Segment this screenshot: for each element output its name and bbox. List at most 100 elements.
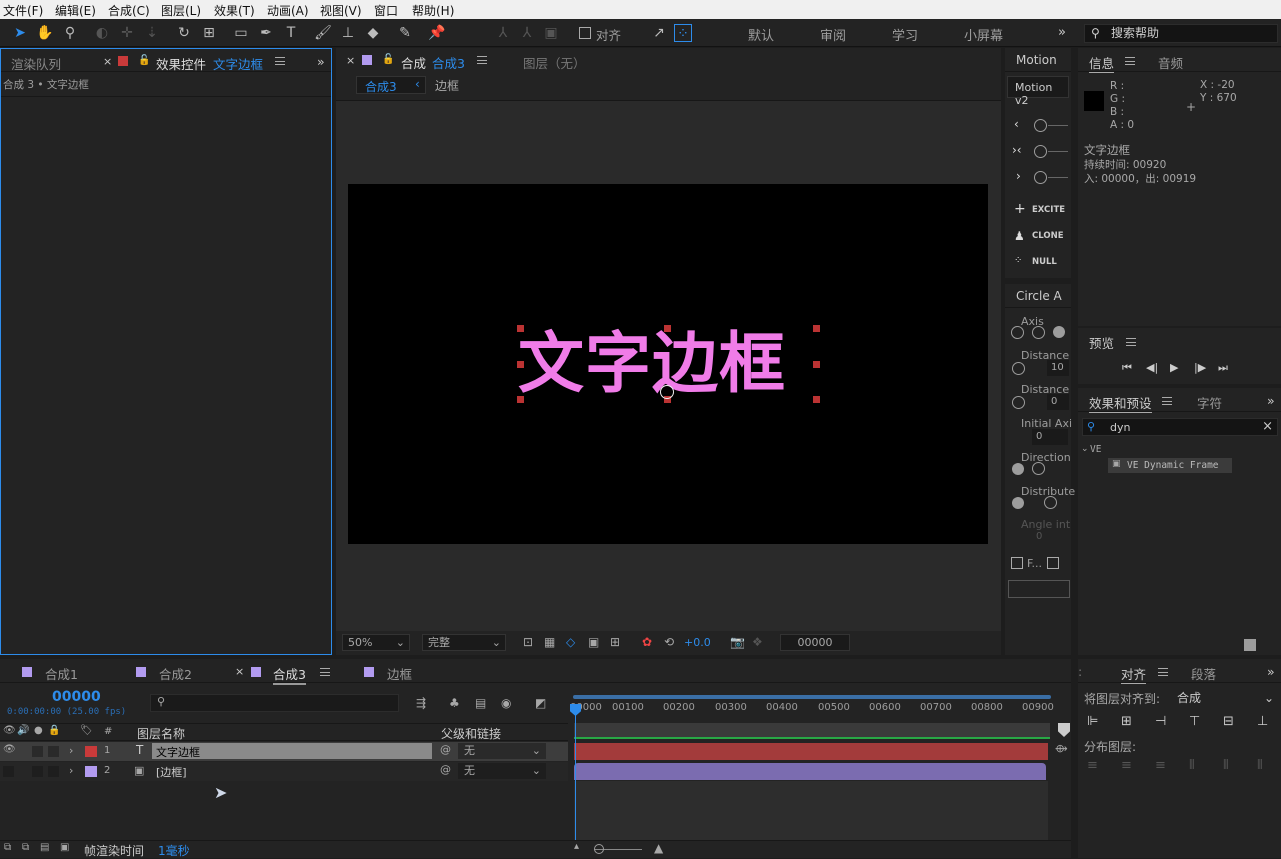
initial-axis-value[interactable]: 0 [1032, 429, 1068, 445]
composition-canvas[interactable]: 文字边框 [348, 184, 988, 544]
lock-icon[interactable]: 🔓 [382, 54, 394, 65]
panel-menu-icon[interactable] [275, 57, 285, 65]
slider-knob[interactable] [1034, 119, 1047, 132]
layer-bar-border[interactable] [574, 763, 1046, 780]
transparency-grid-icon[interactable]: ▦ [544, 635, 555, 649]
align-to-select[interactable]: 合成 ⌄ [1174, 689, 1278, 707]
axis-view-icon[interactable]: ▣ [542, 24, 560, 42]
zoom-slider-knob[interactable] [594, 844, 604, 854]
tab-composition-name[interactable]: 合成3 [432, 53, 465, 72]
3d-view-icon[interactable]: ⊞ [610, 635, 620, 649]
roto-brush-icon[interactable]: ✎ [396, 24, 414, 42]
comp-marker-icon[interactable]: ⟴ [1055, 742, 1068, 755]
bbox-handle[interactable] [517, 361, 524, 368]
bbox-handle[interactable] [813, 361, 820, 368]
in-out-icon[interactable]: ▣ [60, 842, 69, 853]
panel-expand-icon[interactable]: » [1267, 393, 1275, 408]
hand-tool-icon[interactable]: ✋ [36, 24, 54, 42]
bbox-handle[interactable] [664, 325, 671, 332]
tab-circle[interactable]: Circle A [1016, 289, 1066, 303]
excite-button[interactable]: EXCITE [1032, 205, 1065, 215]
anchor-point-icon[interactable] [660, 385, 674, 399]
snap-options-icon[interactable]: ⁘ [674, 24, 692, 42]
chevron-left-icon[interactable]: ‹ [1014, 117, 1019, 131]
axis-option-x[interactable] [1011, 326, 1024, 339]
graph-editor-icon[interactable]: ◩ [535, 696, 546, 710]
table-row[interactable]: › 2 ▣ [边框] @ 无 ⌄ [0, 762, 568, 781]
align-top-icon[interactable]: ⊤ [1189, 714, 1200, 729]
modes-icon[interactable]: ▤ [40, 842, 49, 853]
align-checkbox[interactable] [579, 27, 591, 39]
distribute-option-on[interactable] [1012, 497, 1024, 509]
bbox-handle[interactable] [517, 325, 524, 332]
menu-layer[interactable]: 图层(L) [161, 2, 201, 19]
folder-ve[interactable]: VE [1090, 444, 1101, 455]
motion-blur-icon[interactable]: ◉ [501, 696, 511, 710]
channel-icon[interactable]: ✿ [642, 635, 652, 649]
menu-window[interactable]: 窗口 [374, 2, 398, 19]
panel-menu-icon[interactable] [1126, 338, 1136, 346]
comp-flowchart-icon[interactable]: ⇶ [416, 696, 426, 710]
chevron-both-icon[interactable]: ›‹ [1012, 143, 1022, 157]
menu-composition[interactable]: 合成(C) [108, 2, 150, 19]
panel-menu-icon[interactable] [1158, 668, 1168, 676]
previous-frame-icon[interactable]: ◀| [1146, 361, 1158, 374]
tab-paragraph[interactable]: 段落 [1191, 664, 1216, 683]
anchor-tool-icon[interactable]: ⊞ [200, 24, 218, 42]
panel-menu-icon[interactable] [1125, 57, 1135, 65]
menu-view[interactable]: 视图(V) [320, 2, 362, 19]
tab-comp2[interactable]: 合成2 [159, 664, 192, 683]
menu-help[interactable]: 帮助(H) [412, 2, 454, 19]
snap-icon[interactable]: ↗ [650, 24, 668, 42]
axis-local-icon[interactable]: ⅄ [494, 24, 512, 42]
distance-value[interactable]: 0 [1047, 394, 1069, 410]
bbox-handle[interactable] [813, 396, 820, 403]
zoom-tool-icon[interactable]: ⚲ [61, 24, 79, 42]
snapshot-icon[interactable]: 📷 [730, 635, 745, 649]
breadcrumb-next[interactable]: 边框 [435, 77, 459, 94]
menu-animation[interactable]: 动画(A) [267, 2, 309, 19]
distribute-top-icon[interactable]: ≡ [1087, 758, 1098, 773]
close-icon[interactable]: × [235, 665, 244, 678]
layer-name[interactable]: 文字边框 [156, 744, 200, 760]
eraser-tool-icon[interactable]: ◆ [364, 24, 382, 42]
align-vcenter-icon[interactable]: ⊟ [1223, 714, 1234, 729]
play-icon[interactable]: ▶ [1170, 361, 1178, 374]
layer-bar-text[interactable] [574, 743, 1048, 760]
workspace-default[interactable]: 默认 [748, 25, 774, 44]
axis-world-icon[interactable]: ⅄ [518, 24, 536, 42]
menu-edit[interactable]: 编辑(E) [55, 2, 96, 19]
bbox-handle[interactable] [517, 396, 524, 403]
tab-info[interactable]: 信息 [1089, 53, 1115, 73]
parent-select[interactable]: 无 ⌄ [458, 743, 546, 759]
angle-value[interactable]: 0 [1036, 531, 1042, 542]
chevron-right-icon[interactable]: › [69, 764, 73, 777]
parent-select[interactable]: 无 ⌄ [458, 763, 546, 779]
pan-tool-icon[interactable]: ✛ [118, 24, 136, 42]
text-tool-icon[interactable]: T [282, 24, 300, 42]
align-bottom-icon[interactable]: ⊥ [1257, 714, 1268, 729]
distribute-bottom-icon[interactable]: ≡ [1155, 758, 1166, 773]
first-frame-icon[interactable]: ⏮ [1122, 361, 1132, 375]
direction-option-ccw[interactable] [1032, 462, 1045, 475]
distribute-right-icon[interactable]: ⦀ [1257, 758, 1263, 773]
distribute-left-icon[interactable]: ⦀ [1189, 758, 1195, 773]
tab-render-queue[interactable]: 渲染队列 [11, 54, 61, 73]
mask-visibility-icon[interactable]: ◇ [566, 635, 575, 649]
panel-menu-icon[interactable] [320, 668, 330, 676]
search-help-input[interactable]: ⚲ 搜索帮助 [1084, 24, 1278, 43]
time-ruler[interactable]: 00000 00100 00200 00300 00400 00500 0060… [568, 689, 1058, 727]
label-color[interactable] [85, 766, 97, 777]
column-parent[interactable]: 父级和链接 [441, 725, 501, 742]
distribute-hcenter-icon[interactable]: ⦀ [1223, 758, 1229, 773]
frame-blending-icon[interactable]: ▤ [475, 696, 486, 710]
eye-icon[interactable]: 👁 [3, 744, 16, 755]
work-area-bar[interactable] [573, 695, 1051, 699]
align-hcenter-icon[interactable]: ⊞ [1121, 714, 1132, 729]
axis-option-y[interactable] [1032, 326, 1045, 339]
slider-knob[interactable] [1012, 396, 1025, 409]
effects-search-input[interactable]: ⚲ dyn × [1082, 418, 1278, 436]
quality-select[interactable]: 完整 ⌄ [422, 634, 506, 651]
zoom-select[interactable]: 50% ⌄ [342, 634, 410, 651]
tab-motion[interactable]: Motion [1016, 53, 1057, 67]
